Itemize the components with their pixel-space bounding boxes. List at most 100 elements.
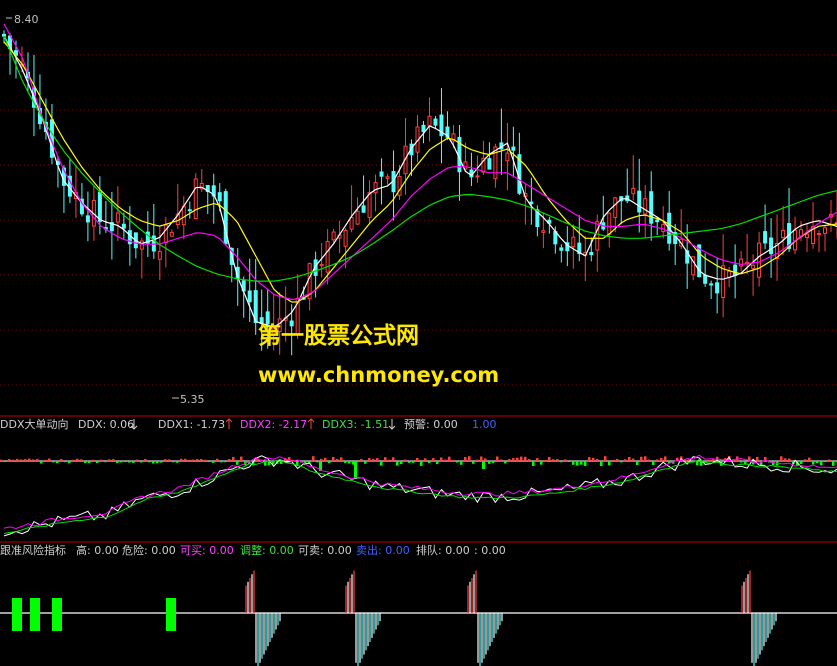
candle-body-101 — [607, 212, 612, 235]
ddx-bar-150 — [600, 461, 603, 466]
candle-114 — [685, 224, 690, 289]
moving-average-lines — [3, 17, 837, 399]
candle-28 — [169, 229, 174, 237]
candle-96 — [577, 215, 582, 262]
ddx-bar-133 — [532, 461, 535, 466]
ddx-bar-166 — [664, 456, 667, 461]
ddx-bar-138 — [552, 459, 555, 461]
ddx-bar-165 — [660, 457, 663, 461]
watermark-title: 第一股票公式网 — [258, 322, 419, 349]
ddx-bar-109 — [436, 461, 439, 465]
candle-123 — [739, 250, 744, 272]
candle-body-105 — [631, 187, 636, 195]
ddx-bar-2 — [8, 459, 11, 461]
ddx2-value: DDX2: -2.17 — [240, 418, 307, 431]
candle-51 — [307, 262, 312, 311]
ddx-bar-37 — [148, 461, 151, 463]
ddx-bar-146 — [584, 461, 587, 466]
candle-76 — [457, 125, 462, 201]
ddx-bar-11 — [44, 459, 47, 461]
candle-64 — [385, 173, 390, 185]
ddx-bar-7 — [28, 458, 31, 461]
ddx-bar-185 — [740, 461, 743, 463]
ddx-bar-139 — [556, 459, 559, 461]
candle-body-25 — [151, 235, 156, 252]
candle-body-98 — [589, 251, 594, 256]
ddx-bar-50 — [200, 458, 203, 461]
candle-body-30 — [181, 205, 186, 226]
ddx-bar-141 — [564, 459, 567, 461]
risk-spike-group-0 — [245, 570, 281, 666]
candle-111 — [667, 191, 672, 251]
candle-body-41 — [247, 290, 252, 303]
risk-spike-group-1 — [345, 570, 381, 666]
candle-58 — [349, 185, 354, 233]
ddx-bar-34 — [136, 459, 139, 461]
candle-86 — [517, 132, 522, 196]
candle-body-70 — [421, 124, 426, 133]
ddx-bar-52 — [208, 461, 211, 463]
ddx-bar-87 — [348, 461, 351, 464]
ddx-bar-81 — [324, 457, 327, 461]
ddx-bar-177 — [708, 459, 711, 461]
ddx-bar-10 — [40, 461, 43, 464]
ddx-bar-116 — [464, 457, 467, 461]
ddx-bar-203 — [812, 461, 815, 465]
candle-129 — [775, 214, 780, 281]
ddx-bar-86 — [344, 461, 347, 463]
candle-body-118 — [709, 283, 714, 286]
ddx-bar-25 — [100, 459, 103, 461]
ddx-bar-12 — [48, 458, 51, 461]
candle-body-127 — [763, 231, 768, 244]
candle-body-136 — [817, 233, 822, 236]
stock-chart: 8.40 5.35 第一股票公式网 www.chnmoney.com DDX大单… — [0, 13, 837, 666]
ddx-bar-148 — [592, 457, 595, 461]
ma-white-line — [3, 35, 837, 328]
candle-107 — [643, 185, 648, 238]
ddx-bar-51 — [204, 459, 207, 461]
ddx-bar-189 — [756, 456, 759, 461]
ddx-line-1 — [3, 454, 837, 530]
ddx-bar-29 — [116, 461, 119, 464]
candle-40 — [241, 276, 246, 318]
ddx-bar-tall-2 — [354, 461, 357, 479]
ddx-bar-174 — [696, 461, 699, 466]
price-panel: 8.40 5.35 第一股票公式网 www.chnmoney.com — [0, 13, 837, 406]
ddx-bar-55 — [220, 461, 223, 463]
candle-136 — [817, 230, 822, 253]
ddx-bar-5 — [20, 459, 23, 461]
candle-body-62 — [373, 182, 378, 194]
ddx-bar-160 — [640, 456, 643, 461]
candle-33 — [199, 169, 204, 193]
ddx-bar-129 — [516, 457, 519, 461]
ddx-bar-157 — [628, 456, 631, 461]
ddx-lines — [3, 454, 837, 537]
candle-22 — [133, 232, 138, 259]
ddx-bar-58 — [232, 456, 235, 461]
ddx-bar-123 — [492, 461, 495, 463]
candle-body-63 — [379, 171, 384, 177]
price-low-label: 5.35 — [180, 393, 205, 406]
risk-adjust-value: 调整: 0.00 — [240, 543, 294, 557]
ddx-line-2 — [3, 459, 837, 534]
ddx-bar-18 — [72, 459, 75, 461]
risk-panel: 跟准风险指标 高: 0.00 危险: 0.00 可买: 0.00 调整: 0.0… — [0, 543, 837, 666]
ddx-bar-28 — [112, 459, 115, 461]
candle-body-14 — [85, 215, 90, 223]
candle-body-134 — [805, 233, 810, 239]
ddx-bar-113 — [452, 459, 455, 461]
ddx-bar-14 — [56, 461, 59, 464]
ddx-bar-95 — [380, 461, 383, 466]
ddx-bar-47 — [188, 459, 191, 461]
risk-extra-value: : 0.00 — [474, 544, 506, 557]
ddx-bar-128 — [512, 458, 515, 461]
candle-62 — [373, 174, 378, 212]
ddx-bar-100 — [400, 461, 403, 465]
risk-block-0 — [12, 598, 22, 631]
ddx-bar-46 — [184, 458, 187, 461]
ddx-bar-144 — [576, 461, 579, 466]
ddx-bar-24 — [96, 461, 99, 464]
ddx-bar-114 — [456, 461, 459, 463]
candle-112 — [673, 223, 678, 266]
ddx-bar-164 — [656, 459, 659, 461]
